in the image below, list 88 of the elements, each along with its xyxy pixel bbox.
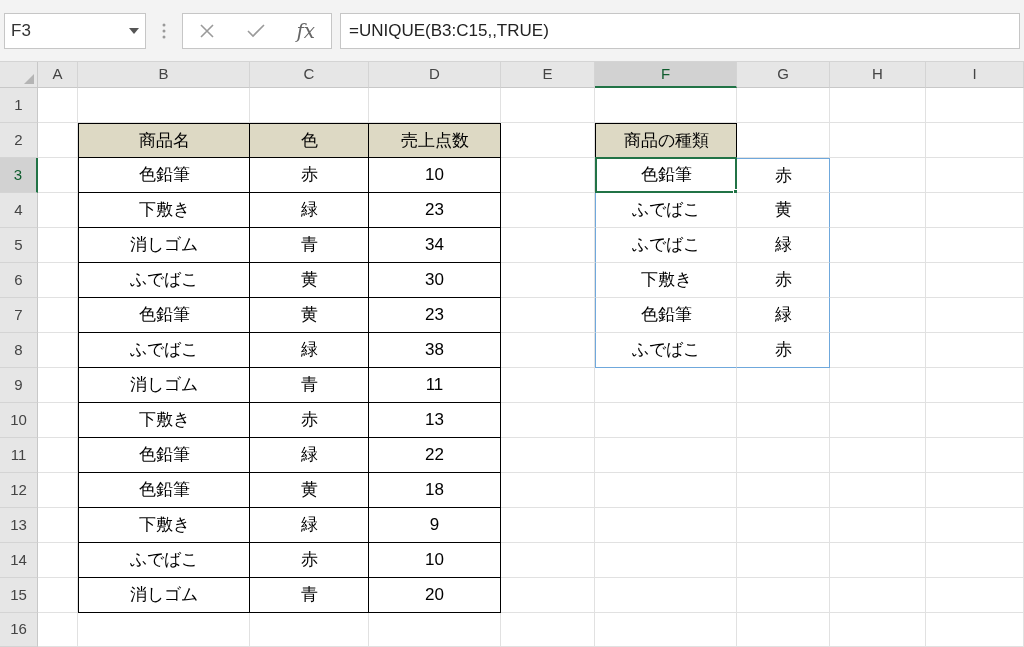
- row-header[interactable]: 3: [0, 158, 38, 193]
- column-header[interactable]: A: [38, 62, 78, 88]
- table-cell[interactable]: 緑: [737, 228, 830, 263]
- table-cell[interactable]: 青: [250, 368, 369, 403]
- column-header[interactable]: G: [737, 62, 830, 88]
- table-cell[interactable]: 黄: [250, 263, 369, 298]
- table-cell[interactable]: 20: [369, 578, 501, 613]
- row-header[interactable]: 9: [0, 368, 38, 403]
- table-cell[interactable]: 赤: [250, 543, 369, 578]
- table-cell[interactable]: 赤: [250, 403, 369, 438]
- row-header[interactable]: 11: [0, 438, 38, 473]
- row-header[interactable]: 10: [0, 403, 38, 438]
- table-cell[interactable]: 18: [369, 473, 501, 508]
- row-header[interactable]: 5: [0, 228, 38, 263]
- row-header[interactable]: 14: [0, 543, 38, 578]
- table-cell[interactable]: 9: [369, 508, 501, 543]
- table-cell[interactable]: 商品の種類: [595, 123, 737, 158]
- name-box[interactable]: F3: [4, 12, 146, 49]
- column-header[interactable]: E: [501, 62, 595, 88]
- column-header[interactable]: F: [595, 62, 737, 88]
- row-header[interactable]: 7: [0, 298, 38, 333]
- table-cell[interactable]: 下敷き: [78, 403, 250, 438]
- table-cell[interactable]: 色鉛筆: [78, 298, 250, 333]
- table-cell[interactable]: 緑: [737, 298, 830, 333]
- table-cell[interactable]: 30: [369, 263, 501, 298]
- table-cell[interactable]: 22: [369, 438, 501, 473]
- table-cell[interactable]: 23: [369, 298, 501, 333]
- table-cell[interactable]: 色: [250, 123, 369, 158]
- table-cell[interactable]: 10: [369, 543, 501, 578]
- column-header[interactable]: B: [78, 62, 250, 88]
- check-icon[interactable]: [246, 23, 265, 38]
- table-cell[interactable]: 下敷き: [595, 263, 737, 298]
- table-cell[interactable]: ふでばこ: [595, 228, 737, 263]
- row-header[interactable]: 8: [0, 333, 38, 368]
- row-header[interactable]: 12: [0, 473, 38, 508]
- row-header[interactable]: 1: [0, 88, 38, 123]
- table-cell[interactable]: 赤: [737, 333, 830, 368]
- table-cell[interactable]: 色鉛筆: [78, 158, 250, 193]
- table-cell[interactable]: 下敷き: [78, 508, 250, 543]
- table-cell[interactable]: 売上点数: [369, 123, 501, 158]
- insert-function-button[interactable]: fx: [296, 15, 316, 46]
- dropdown-caret-icon[interactable]: [129, 27, 139, 34]
- row-header[interactable]: 16: [0, 613, 38, 647]
- table-cell[interactable]: 青: [250, 578, 369, 613]
- table-cell[interactable]: 緑: [250, 508, 369, 543]
- table-cell[interactable]: ふでばこ: [595, 193, 737, 228]
- table-cell[interactable]: 黄: [250, 298, 369, 333]
- row-header[interactable]: 15: [0, 578, 38, 613]
- table-cell[interactable]: 緑: [250, 438, 369, 473]
- more-options-icon[interactable]: [162, 22, 166, 39]
- table-cell[interactable]: 緑: [250, 333, 369, 368]
- table-cell[interactable]: ふでばこ: [78, 263, 250, 298]
- row-header[interactable]: 6: [0, 263, 38, 298]
- table-cell[interactable]: 商品名: [78, 123, 250, 158]
- table-cell[interactable]: ふでばこ: [78, 543, 250, 578]
- column-header[interactable]: H: [830, 62, 926, 88]
- table-cell[interactable]: 色鉛筆: [595, 158, 737, 193]
- table-cell[interactable]: 10: [369, 158, 501, 193]
- select-all-icon[interactable]: [24, 74, 34, 84]
- row-header[interactable]: 4: [0, 193, 38, 228]
- table-cell[interactable]: 38: [369, 333, 501, 368]
- table-cell[interactable]: 黄: [250, 473, 369, 508]
- table-cell[interactable]: 赤: [737, 158, 830, 193]
- column-header[interactable]: C: [250, 62, 369, 88]
- table-cell[interactable]: 11: [369, 368, 501, 403]
- row-header[interactable]: 13: [0, 508, 38, 543]
- table-cell[interactable]: 緑: [250, 193, 369, 228]
- table-cell[interactable]: 青: [250, 228, 369, 263]
- table-cell[interactable]: 色鉛筆: [595, 298, 737, 333]
- row-header[interactable]: 2: [0, 123, 38, 158]
- table-cell[interactable]: 消しゴム: [78, 368, 250, 403]
- column-header[interactable]: D: [369, 62, 501, 88]
- table-cell[interactable]: ふでばこ: [595, 333, 737, 368]
- table-cell[interactable]: 下敷き: [78, 193, 250, 228]
- table-cell[interactable]: 34: [369, 228, 501, 263]
- table-cell[interactable]: 色鉛筆: [78, 473, 250, 508]
- table-cell[interactable]: 色鉛筆: [78, 438, 250, 473]
- formula-field[interactable]: =UNIQUE(B3:C15,,TRUE): [340, 12, 1020, 49]
- table-cell[interactable]: 赤: [737, 263, 830, 298]
- table-cell[interactable]: 黄: [737, 193, 830, 228]
- column-header[interactable]: I: [926, 62, 1024, 88]
- table-cell[interactable]: ふでばこ: [78, 333, 250, 368]
- table-cell[interactable]: 消しゴム: [78, 228, 250, 263]
- table-cell[interactable]: 23: [369, 193, 501, 228]
- table-cell[interactable]: 13: [369, 403, 501, 438]
- table-cell[interactable]: 赤: [250, 158, 369, 193]
- table-cell[interactable]: 消しゴム: [78, 578, 250, 613]
- cancel-icon[interactable]: [198, 22, 215, 39]
